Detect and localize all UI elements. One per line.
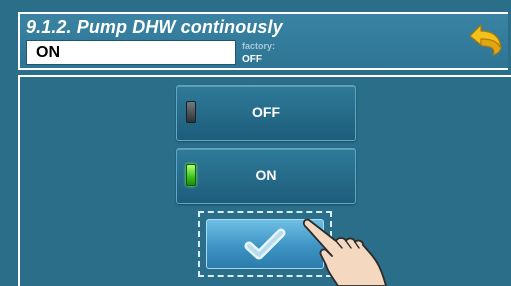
confirm-button[interactable] [198,211,332,277]
current-value-field: ON [26,40,236,65]
header-panel: 9.1.2. Pump DHW continously ON factory: … [18,12,508,70]
page-title: 9.1.2. Pump DHW continously [26,17,283,37]
factory-value: OFF [242,54,262,65]
option-on-label: ON [255,167,277,183]
option-on-button[interactable]: ON [176,148,356,204]
back-arrow-icon [469,24,502,56]
option-off-button[interactable]: OFF [176,85,356,141]
option-off-label: OFF [252,104,280,120]
back-button[interactable] [466,20,506,60]
current-value-text: ON [36,44,60,61]
checkmark-icon [244,228,286,260]
confirm-button-face [206,219,324,269]
screen: 9.1.2. Pump DHW continously ON factory: … [0,0,511,286]
factory-label: factory: [242,41,276,51]
